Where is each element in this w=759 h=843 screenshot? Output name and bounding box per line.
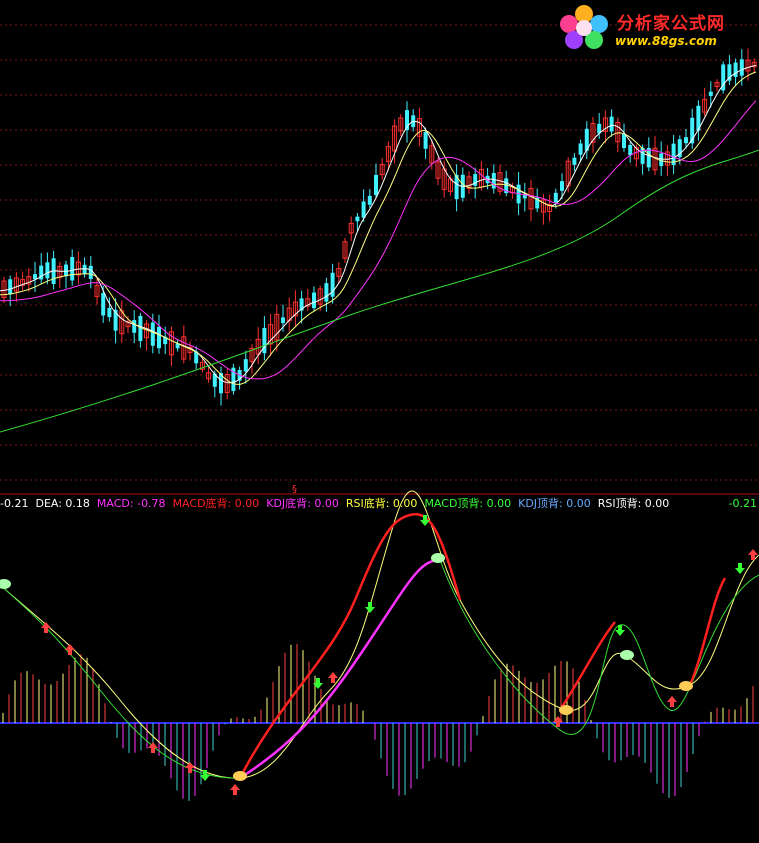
- candle-body: [628, 144, 633, 156]
- signal-gem-icon: [620, 650, 634, 660]
- signal-gem-icon: [679, 681, 693, 691]
- down-arrow-icon: [735, 563, 745, 574]
- candle-body: [88, 265, 93, 279]
- up-arrow-icon: [230, 784, 240, 795]
- dif-line-up-2: [558, 621, 616, 711]
- status-item: KDJ顶背: 0.00: [518, 497, 591, 510]
- candle-body: [423, 131, 428, 149]
- candle-body: [560, 181, 564, 191]
- candle-body: [684, 137, 688, 144]
- candle-body: [70, 257, 75, 281]
- status-item: MACD: -0.78: [96, 497, 166, 510]
- up-arrow-icon: [328, 672, 338, 683]
- ma-mid-line: [0, 71, 757, 385]
- site-logo: 分析家公式网 www.88gs.com: [555, 2, 755, 54]
- dif-line-up-3: [688, 577, 727, 686]
- logo-url[interactable]: www.88gs.com: [615, 34, 717, 48]
- macd-panel: [0, 490, 759, 801]
- candle-body: [609, 116, 614, 132]
- candle-body: [622, 134, 626, 148]
- status-item: DEA: 0.18: [35, 497, 90, 510]
- signal-gem-icon: [0, 579, 11, 589]
- signal-gem-icon: [559, 705, 573, 715]
- candle-body: [646, 147, 651, 168]
- stock-chart[interactable]: §: [0, 0, 759, 843]
- candle-body: [739, 59, 744, 76]
- down-arrow-icon: [365, 602, 375, 613]
- status-item: KDJ底背: 0.00: [266, 497, 339, 510]
- candle-body: [578, 143, 583, 155]
- dif-line-magenta: [239, 558, 441, 780]
- candle-body: [553, 192, 558, 203]
- candle-body: [324, 283, 329, 302]
- candle-body: [572, 157, 577, 165]
- candle-body: [708, 91, 713, 96]
- up-arrow-icon: [667, 696, 677, 707]
- candlesticks: [1, 48, 757, 406]
- indicator-status-bar: -0.21 DEA: 0.18 MACD: -0.78 MACD底背: 0.00…: [0, 496, 759, 512]
- candle-body: [243, 359, 248, 372]
- dif-line-down: [0, 584, 241, 779]
- candle-body: [374, 174, 378, 196]
- ma-longest-line: [0, 149, 759, 433]
- up-arrow-icon: [185, 762, 195, 773]
- signal-gem-icon: [233, 771, 247, 781]
- status-right-value: -0.21: [728, 497, 757, 510]
- signal-gem-icon: [431, 553, 445, 563]
- status-item: MACD底背: 0.00: [172, 497, 260, 510]
- logo-title: 分析家公式网: [617, 14, 725, 34]
- ma-short-line: [0, 64, 757, 384]
- candle-body: [733, 62, 738, 77]
- up-arrow-icon: [748, 549, 758, 560]
- status-item: -0.21: [0, 497, 29, 510]
- dif-line-down-2: [439, 559, 759, 735]
- candle-body: [367, 195, 372, 205]
- candle-body: [33, 274, 37, 280]
- dif-line-up: [238, 513, 462, 779]
- candle-body: [361, 201, 366, 218]
- candle-body: [281, 317, 285, 324]
- candle-body: [8, 279, 13, 295]
- candle-body: [150, 322, 155, 346]
- status-item: RSI底背: 0.00: [345, 497, 418, 510]
- candle-body: [157, 326, 161, 349]
- candle-body: [355, 216, 360, 222]
- status-item: RSI顶背: 0.00: [597, 497, 670, 510]
- candle-body: [107, 307, 112, 318]
- candle-body: [312, 292, 316, 309]
- ma-long-line: [0, 100, 757, 380]
- up-arrow-icon: [65, 644, 75, 655]
- divider-marker: §: [292, 484, 297, 495]
- flower-logo-icon: [560, 5, 608, 49]
- candle-body: [491, 173, 496, 189]
- candle-body: [132, 320, 137, 333]
- moving-averages: [0, 64, 759, 433]
- candle-body: [45, 262, 50, 279]
- candle-body: [64, 264, 68, 277]
- price-grid: [0, 24, 759, 481]
- status-item: MACD顶背: 0.00: [424, 497, 512, 510]
- candle-body: [101, 293, 106, 316]
